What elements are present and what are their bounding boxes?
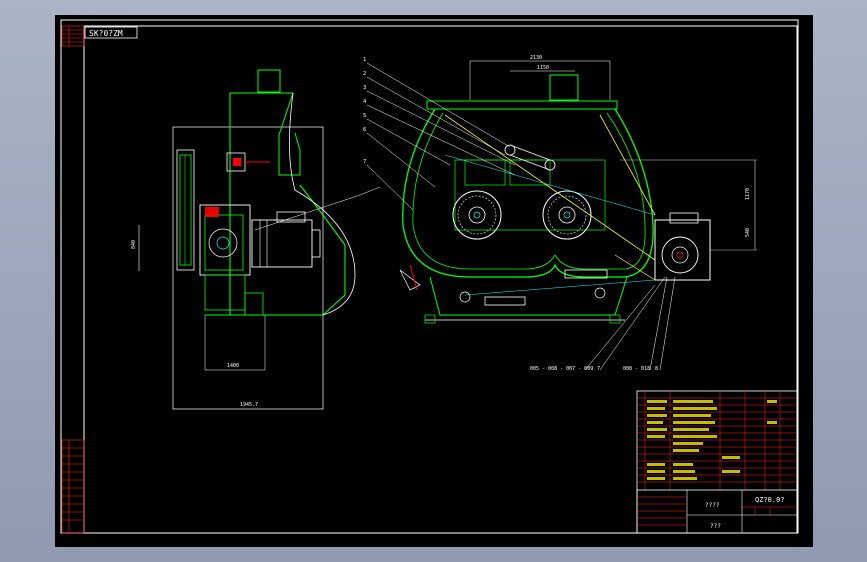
svg-text:3: 3 xyxy=(363,85,366,91)
svg-text:2: 2 xyxy=(363,71,366,77)
svg-text:1: 1 xyxy=(363,57,366,63)
title-block-name: ???? xyxy=(705,502,720,509)
svg-text:6: 6 xyxy=(363,127,366,133)
leader-diagonal-1 xyxy=(444,114,656,261)
cad-viewport: SK?0?ZM 840 1400 1945.7 2130 1150 1170 5… xyxy=(0,0,867,562)
bottom-callout-3: 008 - 018 xyxy=(623,366,650,372)
top-flange xyxy=(426,100,618,110)
front-top-motor xyxy=(549,74,579,101)
outer-frame xyxy=(60,19,799,534)
cylinder-left xyxy=(484,296,526,306)
left-rotor xyxy=(452,190,502,240)
bottom-callout-1: 005 - 008 - 007 - 009 xyxy=(530,366,593,372)
belt-guard xyxy=(176,149,195,271)
drive-motor xyxy=(251,219,313,268)
bottom-callout-2: 7 xyxy=(597,366,600,372)
side-body xyxy=(229,93,346,316)
title-block-company: ??? xyxy=(710,523,721,530)
dimension-right-upper: 1170 xyxy=(745,188,751,200)
discharge-base xyxy=(429,276,628,316)
svg-text:4: 4 xyxy=(363,99,367,105)
front-view: 2130 1150 1170 540 1 2 3 4 5 6 7 005 - 0… xyxy=(363,55,757,372)
drawing-canvas: SK?0?ZM 840 1400 1945.7 2130 1150 1170 5… xyxy=(55,15,813,547)
cad-drawing: SK?0?ZM 840 1400 1945.7 2130 1150 1170 5… xyxy=(60,19,799,534)
right-rotor xyxy=(542,190,592,240)
svg-text:5: 5 xyxy=(363,113,366,119)
bottom-callout-4: 8 xyxy=(655,366,658,372)
dimension-bottom-overall: 1945.7 xyxy=(240,402,258,408)
bill-of-materials: ???? QZ?0.0? ??? xyxy=(636,390,798,534)
svg-text:7: 7 xyxy=(363,159,366,165)
dimension-top-inner: 1150 xyxy=(537,65,549,71)
title-block-drawing-no: QZ?0.0? xyxy=(755,496,785,504)
dimension-top-overall: 2130 xyxy=(530,55,542,61)
bottom-left-margin-block xyxy=(61,439,85,534)
side-top-motor xyxy=(257,69,281,93)
side-callout-labels: 1 2 3 4 5 6 7 xyxy=(363,57,367,165)
dimension-left-height: 840 xyxy=(131,240,137,249)
top-left-margin-block xyxy=(61,25,85,47)
dimension-right-lower: 540 xyxy=(745,228,751,237)
dimension-bottom-left: 1400 xyxy=(227,363,239,369)
side-view: 840 1400 1945.7 xyxy=(131,69,381,410)
side-gear-housing xyxy=(654,219,711,281)
code-tag: SK?0?ZM xyxy=(89,29,123,38)
trough-outer xyxy=(402,108,654,278)
